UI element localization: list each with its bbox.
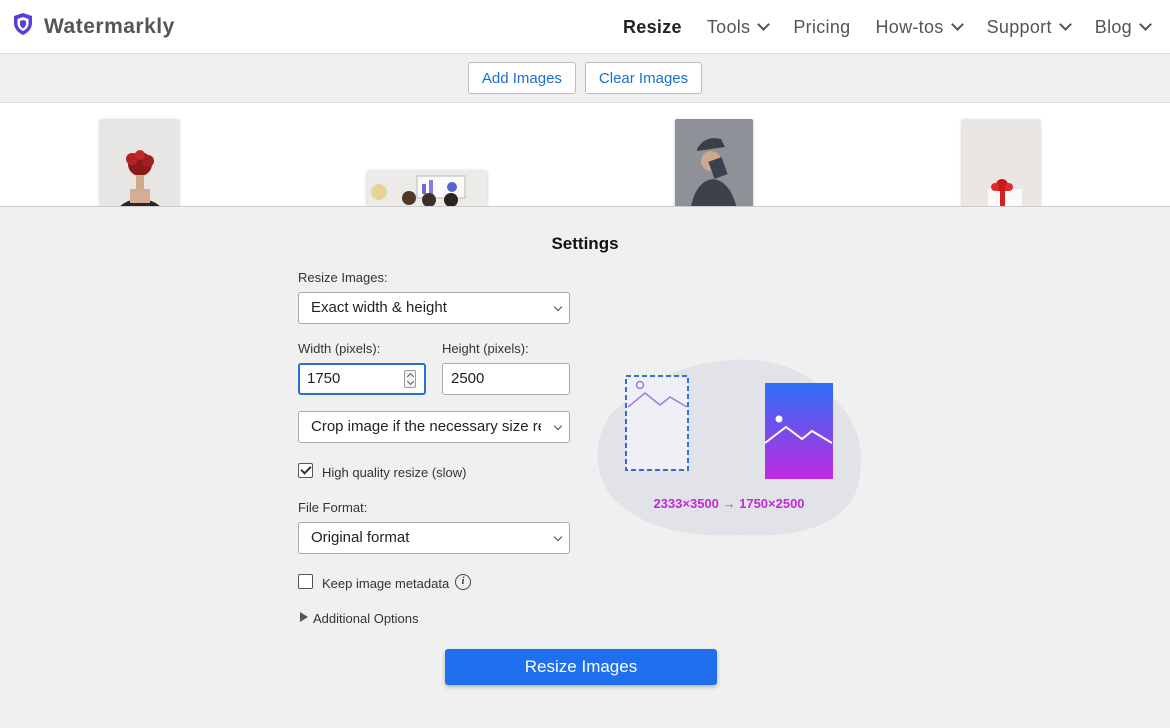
high-quality-label: High quality resize (slow) <box>322 465 467 480</box>
resize-images-button[interactable]: Resize Images <box>445 649 717 685</box>
width-value: 1750 <box>307 370 341 387</box>
image-thumbnail[interactable] <box>100 119 179 206</box>
nav-label: Pricing <box>793 16 851 37</box>
image-gallery <box>0 103 1170 207</box>
image-toolbar: Add Images Clear Images <box>0 54 1170 103</box>
chevron-down-icon <box>553 302 563 312</box>
number-stepper-icon[interactable] <box>404 370 416 388</box>
header: Watermarkly Resize Tools Pricing How-tos… <box>0 0 1170 54</box>
brand[interactable]: Watermarkly <box>12 12 175 41</box>
image-thumbnail[interactable] <box>962 119 1040 206</box>
nav-how-tos[interactable]: How-tos <box>875 16 964 38</box>
settings-title: Settings <box>551 234 619 253</box>
brand-name: Watermarkly <box>44 14 175 38</box>
resize-mode-select[interactable]: Exact width & height <box>298 292 570 324</box>
nav-blog[interactable]: Blog <box>1094 16 1152 38</box>
height-label: Height (pixels): <box>442 341 529 356</box>
dimension-caption: 2333×3500 → 1750×2500 <box>653 496 805 511</box>
width-input[interactable]: 1750 <box>298 363 426 395</box>
file-format-select[interactable]: Original format <box>298 522 570 554</box>
resize-images-label: Resize Images: <box>298 270 388 285</box>
nav-pricing[interactable]: Pricing <box>793 17 850 38</box>
resize-illustration <box>590 355 870 540</box>
nav-resize[interactable]: Resize <box>623 17 682 38</box>
main-nav: Resize Tools Pricing How-tos Support Blo… <box>623 0 1152 54</box>
image-thumbnail[interactable] <box>367 170 487 206</box>
file-format-label: File Format: <box>298 500 368 515</box>
shield-logo-icon <box>12 12 34 41</box>
select-value: Original format <box>311 529 410 546</box>
chevron-down-icon <box>553 532 563 542</box>
nav-label: Tools <box>706 16 751 37</box>
width-label: Width (pixels): <box>298 341 381 356</box>
nav-label: How-tos <box>875 16 944 37</box>
chevron-down-icon <box>1058 18 1072 31</box>
keep-metadata-label: Keep image metadata <box>322 576 450 591</box>
height-input[interactable]: 2500 <box>442 363 570 395</box>
chevron-down-icon <box>1139 18 1152 31</box>
crop-mode-select[interactable]: Crop image if the necessary size require… <box>298 411 570 443</box>
expand-triangle-icon[interactable] <box>300 612 308 622</box>
select-value: Exact width & height <box>311 299 447 316</box>
clear-images-button[interactable]: Clear Images <box>584 62 703 94</box>
nav-label: Blog <box>1094 16 1132 37</box>
info-icon[interactable]: i <box>455 574 471 590</box>
keep-metadata-checkbox[interactable] <box>298 574 313 589</box>
add-images-button[interactable]: Add Images <box>467 62 576 94</box>
high-quality-checkbox[interactable] <box>298 463 313 478</box>
image-thumbnail[interactable] <box>675 119 753 206</box>
height-value: 2500 <box>451 370 485 387</box>
nav-tools[interactable]: Tools <box>706 16 771 38</box>
chevron-down-icon <box>950 18 964 31</box>
chevron-down-icon <box>757 18 771 31</box>
nav-label: Resize <box>622 16 682 37</box>
select-value: Crop image if the necessary size require… <box>311 418 541 435</box>
nav-support[interactable]: Support <box>986 16 1072 38</box>
additional-options-toggle[interactable]: Additional Options <box>313 611 419 626</box>
chevron-down-icon <box>553 421 563 431</box>
nav-label: Support <box>986 16 1052 37</box>
